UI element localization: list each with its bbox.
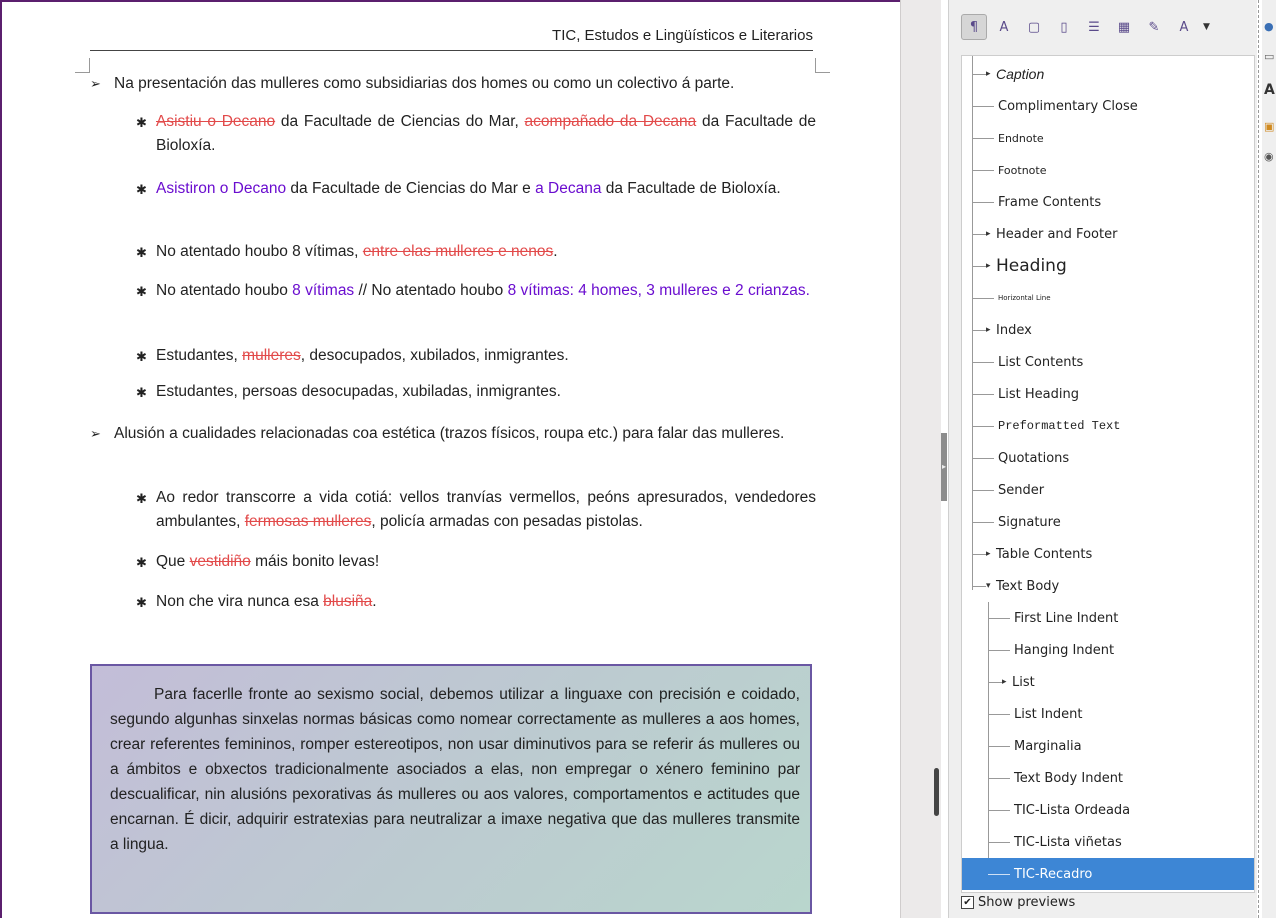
gallery-deck-icon[interactable]: ▣ [1264,120,1276,134]
style-item[interactable]: Endnote [962,122,1254,154]
style-item[interactable]: Signature [962,506,1254,538]
recadro-text-box[interactable]: Para facerlle fronte ao sexismo social, … [90,664,812,914]
level2-list-item[interactable]: ✱ Estudantes, mulleres, desocupados, xub… [136,344,816,368]
page-styles-icon[interactable]: ▯ [1051,14,1077,40]
text-boundary-mark-left [75,58,90,73]
page-border-left [0,0,2,918]
deleted-text: Asistiu o Decano [156,113,276,130]
document-canvas[interactable]: TIC, Estudos e Lingüísticos e Literarios… [0,0,900,918]
style-item-selected[interactable]: TIC-Recadro [962,858,1254,890]
deleted-text: blusiña [323,593,373,610]
inserted-text: Asistiron o Decano [156,180,287,197]
styles-deck-icon[interactable]: A [1264,82,1276,98]
asterisk-bullet-icon: ✱ [136,595,147,610]
fill-format-icon[interactable]: ✎ [1141,14,1167,40]
style-item[interactable]: Horizontal Line [962,282,1254,314]
page-deck-icon[interactable]: ▭ [1264,50,1276,64]
styles-toolbar: ¶ A ▢ ▯ ☰ ▦ ✎ A ▼ [961,12,1210,42]
style-item[interactable]: First Line Indent [962,602,1254,634]
asterisk-bullet-icon: ✱ [136,245,147,260]
asterisk-bullet-icon: ✱ [136,115,147,130]
paragraph-styles-icon[interactable]: ¶ [961,14,987,40]
style-item[interactable]: TIC-Lista viñetas [962,826,1254,858]
style-item[interactable]: List Heading [962,378,1254,410]
table-styles-icon[interactable]: ▦ [1111,14,1137,40]
level2-list-item[interactable]: ✱ Non che vira nunca esa blusiña. [136,590,816,614]
asterisk-bullet-icon: ✱ [136,349,147,364]
show-previews-label: Show previews [978,895,1076,910]
level1-list-item[interactable]: ➢ Na presentación das mulleres como subs… [90,72,818,96]
style-item[interactable]: Frame Contents [962,186,1254,218]
style-item[interactable]: Sender [962,474,1254,506]
document-scrollbar-thumb[interactable] [934,768,939,816]
styles-sidebar: ¶ A ▢ ▯ ☰ ▦ ✎ A ▼ ▸ Caption Complimentar… [948,0,1257,918]
style-item[interactable]: TIC-Lista Ordeada [962,794,1254,826]
sidebar-deck: ● ▭ A ▣ ◉ [1262,0,1276,918]
level2-list-item[interactable]: ✱ Estudantes, persoas desocupadas, xubil… [136,380,816,404]
show-previews-toggle[interactable]: ✔ Show previews [961,895,1075,910]
style-item[interactable]: Complimentary Close [962,90,1254,122]
deleted-text: entre elas mulleres e nenos [362,243,554,260]
asterisk-bullet-icon: ✱ [136,555,147,570]
style-item[interactable]: ▸ List [962,666,1254,698]
asterisk-bullet-icon: ✱ [136,284,147,299]
arrow-bullet-icon: ➢ [90,76,101,91]
properties-deck-icon[interactable]: ● [1264,20,1276,34]
header-rule [90,50,813,51]
style-item[interactable]: Hanging Indent [962,634,1254,666]
deleted-text: acompañado da Decana [524,113,697,130]
level2-list-item[interactable]: ✱ No atentado houbo 8 vítimas // No aten… [136,279,816,303]
show-previews-checkbox[interactable]: ✔ [961,896,974,909]
deck-separator [1258,0,1260,918]
inserted-text: 8 vítimas: 4 homes, 3 mulleres e 2 crian… [507,282,810,299]
style-item[interactable]: Preformatted Text [962,410,1254,442]
style-item[interactable]: Footnote [962,154,1254,186]
arrow-bullet-icon: ➢ [90,426,101,441]
level2-list-item[interactable]: ✱ Asistiron o Decano da Facultade de Cie… [136,177,816,201]
asterisk-bullet-icon: ✱ [136,182,147,197]
style-item[interactable]: List Contents [962,346,1254,378]
style-item[interactable]: List Indent [962,698,1254,730]
style-item[interactable]: ▸ Table Contents [962,538,1254,570]
text-boundary-mark-right [815,58,830,73]
inserted-text: a Decana [535,180,602,197]
style-item[interactable]: ▾ Text Body [962,570,1254,602]
frame-styles-icon[interactable]: ▢ [1021,14,1047,40]
page-border-top [0,0,900,2]
asterisk-bullet-icon: ✱ [136,385,147,400]
new-style-icon[interactable]: A [1171,14,1197,40]
style-item[interactable]: Quotations [962,442,1254,474]
level2-list-item[interactable]: ✱ Asistiu o Decano da Facultade de Cienc… [136,110,816,158]
level2-list-item[interactable]: ✱ No atentado houbo 8 vítimas, entre ela… [136,240,816,264]
collapse-arrow-icon: ▸ [942,462,947,471]
style-item[interactable]: Text Body Indent [962,762,1254,794]
level2-list-item[interactable]: ✱ Ao redor transcorre a vida cotiá: vell… [136,486,816,534]
page-header[interactable]: TIC, Estudos e Lingüísticos e Literarios [90,27,813,44]
level1-list-item[interactable]: ➢ Alusión a cualidades relacionadas coa … [90,422,818,446]
character-styles-icon[interactable]: A [991,14,1017,40]
chevron-down-icon[interactable]: ▼ [1203,22,1210,32]
deleted-text: mulleres [242,347,301,364]
styles-tree[interactable]: ▸ Caption Complimentary Close Endnote Fo… [961,55,1255,893]
level2-list-item[interactable]: ✱ Que vestidiño máis bonito levas! [136,550,816,574]
inserted-text: 8 vítimas [292,282,355,299]
list-styles-icon[interactable]: ☰ [1081,14,1107,40]
style-item[interactable]: ▸ Index [962,314,1254,346]
deleted-text: vestidiño [189,553,251,570]
style-item[interactable]: ▸ Heading [962,250,1254,282]
deleted-text: fermosas mulleres [244,513,372,530]
style-item[interactable]: ▸ Caption [962,58,1254,90]
recadro-paragraph: Para facerlle fronte ao sexismo social, … [110,686,800,853]
style-item[interactable]: Marginalia [962,730,1254,762]
style-item[interactable]: ▸ Header and Footer [962,218,1254,250]
asterisk-bullet-icon: ✱ [136,491,147,506]
navigator-deck-icon[interactable]: ◉ [1264,150,1276,164]
